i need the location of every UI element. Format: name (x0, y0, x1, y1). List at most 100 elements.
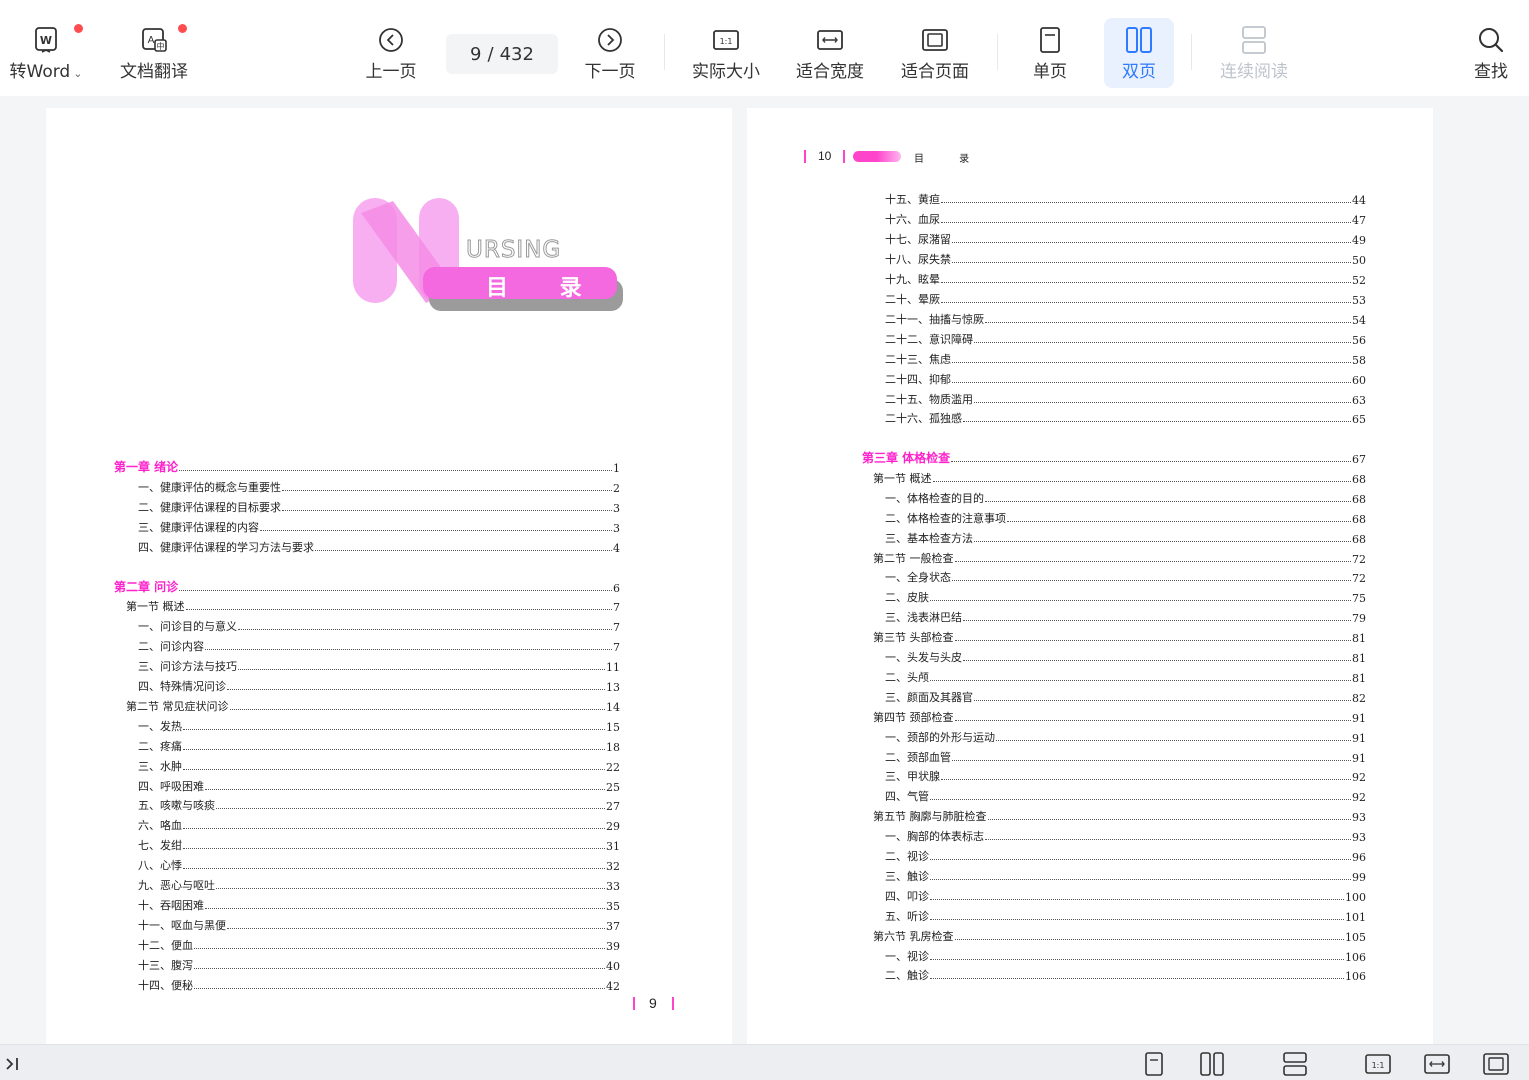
toc-item-row[interactable]: 二、皮肤 75 (885, 585, 1366, 605)
prev-page-button[interactable]: 上一页 (358, 18, 424, 88)
bottom-fit-width-button[interactable] (1424, 1051, 1450, 1077)
continuous-read-button[interactable]: 连续阅读 (1212, 18, 1296, 88)
fit-page-button[interactable]: 适合页面 (895, 18, 975, 88)
toc-section-row[interactable]: 第五节 胸廓与肺脏检查 93 (873, 804, 1366, 824)
bottom-double-page-button[interactable] (1199, 1051, 1225, 1077)
toc-item-row[interactable]: 十三、腹泻 40 (138, 953, 620, 973)
actual-size-button[interactable]: 1:1 实际大小 (686, 18, 766, 88)
toc-item-row[interactable]: 二、问诊内容 7 (138, 634, 620, 654)
toc-section-row[interactable]: 第一节 概述 68 (873, 466, 1366, 486)
fit-width-button[interactable]: 适合宽度 (790, 18, 870, 88)
toc-item-row[interactable]: 九、恶心与呕吐 33 (138, 873, 620, 893)
toc-item-row[interactable]: 二十、晕厥 53 (885, 287, 1366, 307)
toc-page-number: 63 (1352, 393, 1366, 407)
page-header-title: 目 录 (914, 154, 986, 165)
find-button[interactable]: 查找 (1462, 18, 1520, 88)
toc-item-row[interactable]: 三、问诊方法与技巧 11 (138, 654, 620, 674)
toc-item-row[interactable]: 三、浅表淋巴结 79 (885, 605, 1366, 625)
toc-title: 十四、便秘 (138, 978, 193, 992)
page-separator: / (487, 43, 494, 65)
next-page-button[interactable]: 下一页 (577, 18, 643, 88)
toc-item-row[interactable]: 四、健康评估课程的学习方法与要求 4 (138, 535, 620, 555)
toc-section-row[interactable]: 第四节 颈部检查 91 (873, 705, 1366, 725)
bottom-fit-page-button[interactable] (1483, 1051, 1509, 1077)
toc-title: 一、视诊 (885, 949, 929, 963)
sidebar-expand-button[interactable] (0, 1051, 26, 1077)
toc-leader-dots (952, 361, 1351, 363)
toc-item-row[interactable]: 十、吞咽困难 35 (138, 893, 620, 913)
toc-item-row[interactable]: 五、听诊 101 (885, 904, 1366, 924)
toc-title: 二、疼痛 (138, 739, 182, 753)
toc-section-row[interactable]: 第三节 头部检查 81 (873, 625, 1366, 645)
toc-item-row[interactable]: 二、视诊 96 (885, 844, 1366, 864)
toc-item-row[interactable]: 三、甲状腺 92 (885, 764, 1366, 784)
toc-item-row[interactable]: 一、发热 15 (138, 714, 620, 734)
toc-item-row[interactable]: 四、特殊情况问诊 13 (138, 674, 620, 694)
bottom-actual-size-button[interactable]: 1:1 (1365, 1051, 1391, 1077)
toc-item-row[interactable]: 二十二、意识障碍 56 (885, 327, 1366, 347)
toc-item-row[interactable]: 一、胸部的体表标志 93 (885, 824, 1366, 844)
toc-item-row[interactable]: 二十三、焦虑 58 (885, 347, 1366, 367)
toc-item-row[interactable]: 十七、尿潴留 49 (885, 227, 1366, 247)
toc-item-row[interactable]: 十八、尿失禁 50 (885, 247, 1366, 267)
toc-item-row[interactable]: 八、心悸 32 (138, 853, 620, 873)
toc-item-row[interactable]: 十四、便秘 42 (138, 973, 620, 993)
toc-item-row[interactable]: 一、健康评估的概念与重要性 2 (138, 475, 620, 495)
toc-item-row[interactable]: 一、体格检查的目的 68 (885, 486, 1366, 506)
toc-title: 一、健康评估的概念与重要性 (138, 480, 281, 494)
toc-chapter-row[interactable]: 第三章 体格检查 67 (862, 446, 1366, 466)
bottom-continuous-button[interactable] (1282, 1051, 1308, 1077)
toc-section-row[interactable]: 第六节 乳房检查 105 (873, 924, 1366, 944)
toc-item-row[interactable]: 三、水肿 22 (138, 754, 620, 774)
toc-title: 八、心悸 (138, 859, 182, 873)
toc-item-row[interactable]: 十六、血尿 47 (885, 207, 1366, 227)
toc-leader-dots (985, 321, 1351, 323)
toc-item-row[interactable]: 十二、便血 39 (138, 933, 620, 953)
toc-item-row[interactable]: 一、问诊目的与意义 7 (138, 614, 620, 634)
toc-item-row[interactable]: 一、头发与头皮 81 (885, 645, 1366, 665)
toc-item-row[interactable]: 三、颜面及其器官 82 (885, 685, 1366, 705)
toc-item-row[interactable]: 二十五、物质滥用 63 (885, 387, 1366, 407)
toc-page-number: 53 (1352, 293, 1366, 307)
toc-section-row[interactable]: 第二节 常见症状问诊 14 (126, 694, 620, 714)
toc-item-row[interactable]: 十五、黄疸 44 (885, 187, 1366, 207)
toc-item-row[interactable]: 二、健康评估课程的目标要求 3 (138, 495, 620, 515)
toc-item-row[interactable]: 十一、呕血与黑便 37 (138, 913, 620, 933)
toc-chapter-row[interactable]: 第二章 问诊 6 (114, 575, 620, 595)
toc-item-row[interactable]: 二、疼痛 18 (138, 734, 620, 754)
toc-item-row[interactable]: 一、全身状态 72 (885, 565, 1366, 585)
toc-section-row[interactable]: 第二节 一般检查 72 (873, 546, 1366, 566)
toc-title: 第三章 体格检查 (862, 451, 951, 465)
toc-section-row[interactable]: 第一节 概述 7 (126, 594, 620, 614)
toc-item-row[interactable]: 二、头颅 81 (885, 665, 1366, 685)
toc-item-row[interactable]: 四、气管 92 (885, 784, 1366, 804)
toc-page-number: 68 (1352, 472, 1366, 486)
toc-item-row[interactable]: 十九、眩晕 52 (885, 267, 1366, 287)
toc-item-row[interactable]: 七、发绀 31 (138, 833, 620, 853)
toc-item-row[interactable]: 二十六、孤独感 65 (885, 406, 1366, 426)
toc-item-row[interactable]: 二十四、抑郁 60 (885, 367, 1366, 387)
toc-item-row[interactable]: 三、触诊 99 (885, 864, 1366, 884)
toc-item-row[interactable]: 一、颈部的外形与运动 91 (885, 725, 1366, 745)
toc-page-number: 92 (1352, 771, 1366, 785)
toc-item-row[interactable]: 五、咳嗽与咳痰 27 (138, 793, 620, 813)
toc-item-row[interactable]: 六、咯血 29 (138, 813, 620, 833)
double-page-icon (1200, 1052, 1224, 1076)
toc-item-row[interactable]: 一、视诊 106 (885, 944, 1366, 964)
toc-leader-dots (194, 967, 605, 969)
single-page-button[interactable]: 单页 (1020, 18, 1080, 88)
double-page-button[interactable]: 双页 (1104, 18, 1174, 88)
page-number-input[interactable]: 9 / 432 (446, 34, 558, 74)
toc-item-row[interactable]: 三、健康评估课程的内容 3 (138, 515, 620, 535)
toc-chapter-row[interactable]: 第一章 绪论 1 (114, 455, 620, 475)
toc-item-row[interactable]: 二、触诊 106 (885, 963, 1366, 983)
toc-item-row[interactable]: 四、呼吸困难 25 (138, 774, 620, 794)
toc-item-row[interactable]: 二十一、抽搐与惊厥 54 (885, 307, 1366, 327)
toc-item-row[interactable]: 三、基本检查方法 68 (885, 526, 1366, 546)
circle-chevron-left-icon (377, 26, 405, 54)
toc-title: 一、全身状态 (885, 571, 951, 585)
toc-item-row[interactable]: 二、颈部血管 91 (885, 745, 1366, 765)
toc-item-row[interactable]: 二、体格检查的注意事项 68 (885, 506, 1366, 526)
bottom-single-page-button[interactable] (1141, 1051, 1167, 1077)
toc-item-row[interactable]: 四、叩诊 100 (885, 884, 1366, 904)
